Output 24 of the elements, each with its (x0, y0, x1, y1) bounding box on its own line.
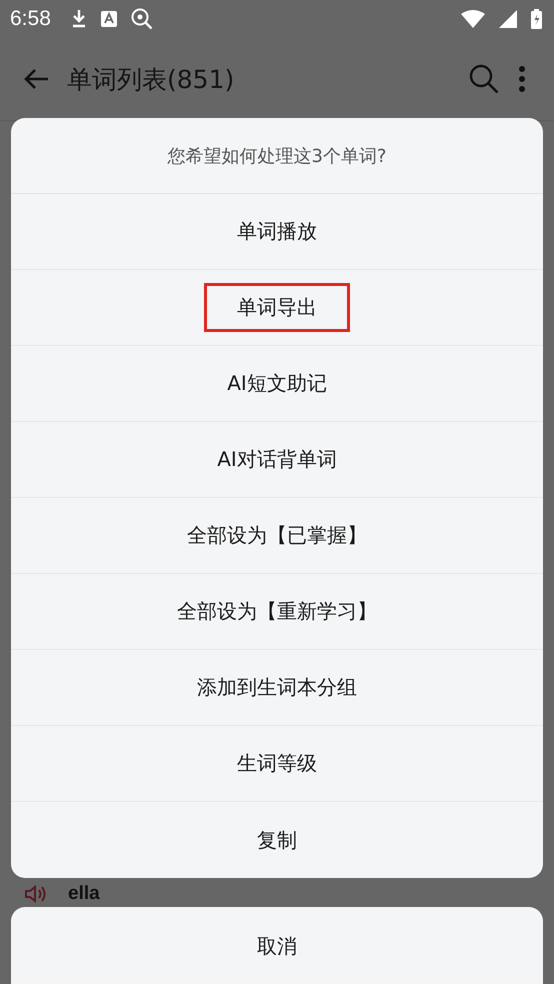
menu-item[interactable]: 生词等级 (220, 739, 334, 788)
letter-a-icon (100, 11, 117, 27)
menu-item[interactable]: 全部设为【重新学习】 (160, 587, 394, 636)
menu-item[interactable]: 单词导出 (204, 283, 350, 332)
menu-item[interactable]: AI短文助记 (210, 359, 344, 408)
speaker-icon[interactable] (24, 884, 46, 904)
battery-icon (531, 9, 542, 29)
wifi-icon (461, 10, 485, 28)
search-icon[interactable] (468, 63, 500, 95)
cancel-button[interactable]: 取消 (11, 907, 543, 984)
word-text: ella (68, 883, 100, 905)
signal-icon (499, 10, 517, 28)
menu-item[interactable]: 单词播放 (220, 207, 334, 256)
more-options-icon[interactable] (518, 66, 526, 92)
dialog-title: 您希望如何处理这3个单词? (11, 118, 543, 194)
back-arrow-icon[interactable] (23, 68, 49, 90)
menu-item[interactable]: AI对话背单词 (200, 435, 354, 484)
status-time: 6:58 (10, 7, 51, 31)
download-icon (70, 9, 87, 29)
page-title: 单词列表(851) (67, 64, 236, 96)
magnifier-icon (130, 8, 153, 30)
menu-item[interactable]: 复制 (240, 816, 314, 864)
menu-item[interactable]: 添加到生词本分组 (180, 663, 374, 712)
menu-item[interactable]: 全部设为【已掌握】 (170, 511, 384, 560)
